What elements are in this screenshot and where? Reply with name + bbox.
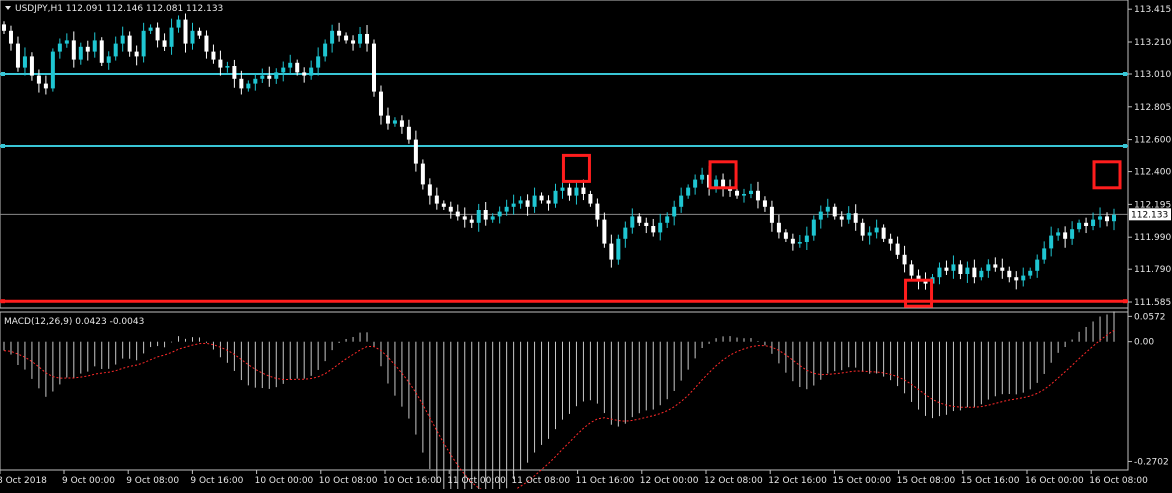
- svg-text:112.133: 112.133: [1131, 210, 1168, 220]
- chart-svg: 113.415 113.210 113.010 112.805 112.600 112.4…: [0, 0, 1171, 493]
- macd-y-tick-label: -0.2702: [1134, 457, 1169, 467]
- y-tick-label: 113.210: [1134, 38, 1171, 48]
- svg-text:USDJPY,H1 112.091 112.146 112: USDJPY,H1 112.091 112.146 112.081 112.13…: [15, 4, 223, 14]
- current-price-tag: 112.133: [1129, 208, 1171, 221]
- y-tick-label: 111.585: [1134, 298, 1171, 308]
- y-tick-label: 113.010: [1134, 70, 1171, 80]
- chart-title: USDJPY,H1 112.091 112.146 112.081 112.13…: [5, 4, 223, 14]
- y-tick-label: 112.400: [1134, 168, 1171, 178]
- x-tick-label: 10 Oct 00:00: [255, 476, 314, 486]
- x-tick-label: 12 Oct 16:00: [768, 476, 827, 486]
- y-tick-label: 113.415: [1134, 5, 1171, 15]
- x-tick-label: 12 Oct 08:00: [704, 476, 763, 486]
- y-tick-label: 112.600: [1134, 136, 1171, 146]
- x-tick-label: 16 Oct 08:00: [1089, 476, 1148, 486]
- x-tick-label: 15 Oct 08:00: [897, 476, 956, 486]
- candle: [372, 39, 376, 97]
- x-tick-label: 10 Oct 08:00: [319, 476, 378, 486]
- red-horizontal-line[interactable]: [0, 299, 1128, 304]
- x-tick-label: 9 Oct 00:00: [62, 476, 115, 486]
- x-tick-label: 9 Oct 08:00: [126, 476, 179, 486]
- x-tick-label: 11 Oct 16:00: [576, 476, 635, 486]
- x-tick-label: 16 Oct 00:00: [1025, 476, 1084, 486]
- macd-y-tick-label: 0.0572: [1134, 312, 1166, 322]
- x-tick-label: 15 Oct 16:00: [961, 476, 1020, 486]
- x-tick-label: 8 Oct 2018: [0, 476, 47, 486]
- candle: [99, 37, 104, 66]
- y-tick-label: 111.990: [1134, 233, 1171, 243]
- y-tick-label: 112.805: [1134, 103, 1171, 113]
- y-tick-label: 111.790: [1134, 265, 1171, 275]
- x-tick-label: 11 Oct 08:00: [511, 476, 570, 486]
- x-tick-label: 11 Oct 00:00: [447, 476, 506, 486]
- macd-panel: [0, 311, 1129, 471]
- macd-y-tick-label: 0.00: [1134, 338, 1154, 348]
- macd-label: MACD(12,26,9) 0.0423 -0.0043: [4, 317, 144, 327]
- x-tick-label: 15 Oct 00:00: [832, 476, 891, 486]
- x-tick-label: 12 Oct 00:00: [640, 476, 699, 486]
- chart-window: 113.415 113.210 113.010 112.805 112.600 112.4…: [0, 0, 1172, 493]
- x-tick-label: 9 Oct 16:00: [190, 476, 243, 486]
- candle: [50, 48, 55, 92]
- x-tick-label: 10 Oct 16:00: [383, 476, 442, 486]
